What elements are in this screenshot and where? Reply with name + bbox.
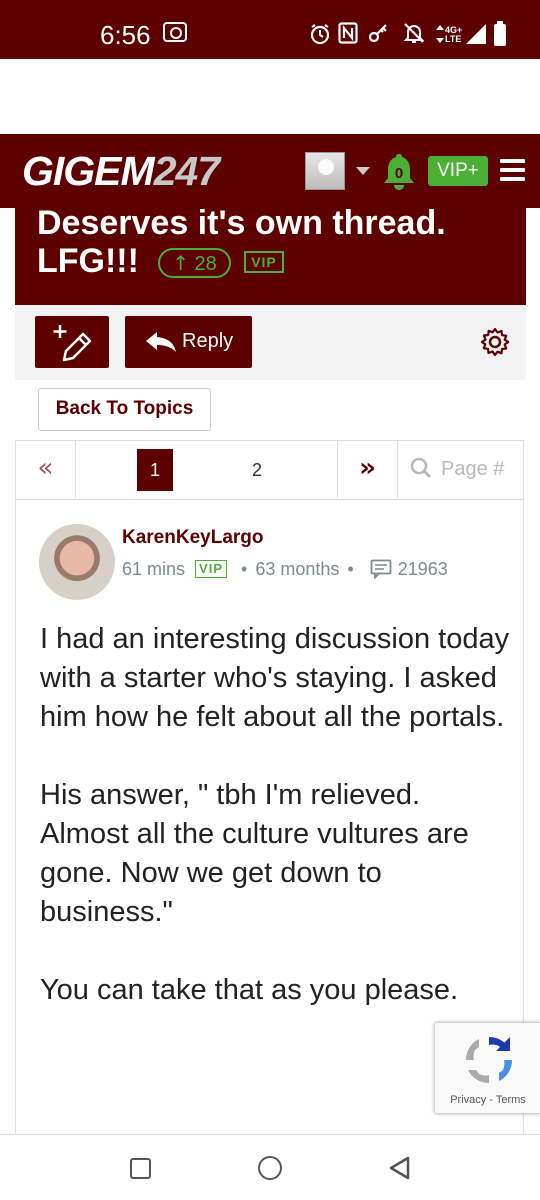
menu-icon[interactable] bbox=[500, 159, 525, 181]
post-time: 61 mins bbox=[122, 558, 186, 579]
reply-label: Reply bbox=[182, 330, 234, 352]
recaptcha-badge[interactable]: Privacy - Terms bbox=[434, 1022, 540, 1114]
author-vip-badge: VIP bbox=[195, 560, 227, 579]
back-to-topics-button[interactable]: Back To Topics bbox=[38, 388, 211, 431]
status-time: 6:56 bbox=[100, 20, 151, 50]
up-arrow-icon: ↑ bbox=[172, 251, 189, 275]
search-icon bbox=[410, 457, 431, 478]
vip-plus-button[interactable]: VIP+ bbox=[428, 156, 488, 186]
new-post-button[interactable] bbox=[35, 316, 109, 368]
upvote-count: 28 bbox=[194, 253, 217, 275]
author-name[interactable]: KarenKeyLargo bbox=[122, 527, 264, 549]
first-page-button[interactable]: « bbox=[16, 441, 76, 498]
recaptcha-icon bbox=[465, 1036, 513, 1084]
post-paragraph: I had an interesting discussion today wi… bbox=[40, 623, 510, 733]
meta-separator: • bbox=[347, 558, 354, 579]
thread-toolbar: Reply bbox=[15, 305, 526, 380]
reply-button[interactable]: Reply bbox=[125, 316, 252, 368]
post-body: I had an interesting discussion today wi… bbox=[40, 620, 510, 1049]
data-arrows-icon bbox=[436, 25, 444, 48]
battery-icon bbox=[494, 21, 506, 46]
chevron-down-icon[interactable] bbox=[356, 167, 370, 175]
back-icon[interactable] bbox=[386, 1155, 414, 1181]
thread-title-line1: Deserves it's own thread. bbox=[37, 204, 446, 242]
last-page-button[interactable]: » bbox=[338, 441, 398, 498]
notifications-button[interactable]: 0 bbox=[381, 152, 417, 192]
site-header: GIGEM247 0 VIP+ bbox=[0, 134, 540, 208]
upvote-badge[interactable]: ↑ 28 bbox=[158, 248, 231, 278]
vip-badge: VIP bbox=[244, 251, 284, 273]
page-input-placeholder: Page # bbox=[441, 458, 505, 480]
author-avatar[interactable] bbox=[39, 524, 115, 600]
key-icon bbox=[368, 22, 390, 49]
thread-title-banner: Deserves it's own thread. LFG!!! ↑ 28 VI… bbox=[15, 204, 526, 305]
terms-link[interactable]: Terms bbox=[496, 1094, 526, 1106]
page-2-button[interactable]: 2 bbox=[242, 449, 272, 491]
page-number-input[interactable]: Page # bbox=[398, 441, 523, 498]
system-nav-bar bbox=[0, 1134, 540, 1200]
nfc-icon bbox=[338, 22, 358, 49]
thread-title-line2: LFG!!! bbox=[37, 242, 139, 280]
signal-icon bbox=[466, 24, 486, 44]
home-button[interactable] bbox=[258, 1156, 282, 1180]
page-1-button[interactable]: 1 bbox=[137, 449, 173, 491]
author-post-count: 21963 bbox=[397, 558, 448, 579]
gear-icon[interactable] bbox=[479, 326, 511, 358]
site-logo[interactable]: GIGEM247 bbox=[22, 148, 220, 195]
author-tenure: 63 months bbox=[255, 558, 340, 579]
pencil-plus-icon bbox=[53, 325, 92, 362]
pagination: « 1 2 » Page # bbox=[15, 440, 524, 500]
alarm-icon bbox=[309, 23, 331, 50]
screen-record-icon bbox=[163, 22, 187, 42]
reply-arrow-icon bbox=[146, 332, 176, 352]
post-meta: 61 mins VIP • 63 months • 21963 bbox=[122, 558, 448, 580]
meta-separator: • bbox=[241, 558, 248, 579]
network-type: 4G+ LTE bbox=[445, 25, 463, 44]
recaptcha-legal: Privacy - Terms bbox=[450, 1094, 526, 1106]
user-avatar[interactable] bbox=[305, 152, 345, 190]
message-icon bbox=[370, 559, 392, 580]
mute-icon bbox=[403, 22, 425, 49]
post-paragraph: You can take that as you please. bbox=[40, 974, 459, 1006]
recents-button[interactable] bbox=[130, 1158, 151, 1179]
status-bar: 6:56 4G+ LTE bbox=[0, 0, 540, 59]
page-numbers: 1 2 bbox=[76, 441, 338, 498]
privacy-link[interactable]: Privacy bbox=[450, 1094, 486, 1106]
post-paragraph: His answer, " tbh I'm relieved. Almost a… bbox=[40, 779, 469, 928]
notification-count: 0 bbox=[394, 165, 404, 182]
